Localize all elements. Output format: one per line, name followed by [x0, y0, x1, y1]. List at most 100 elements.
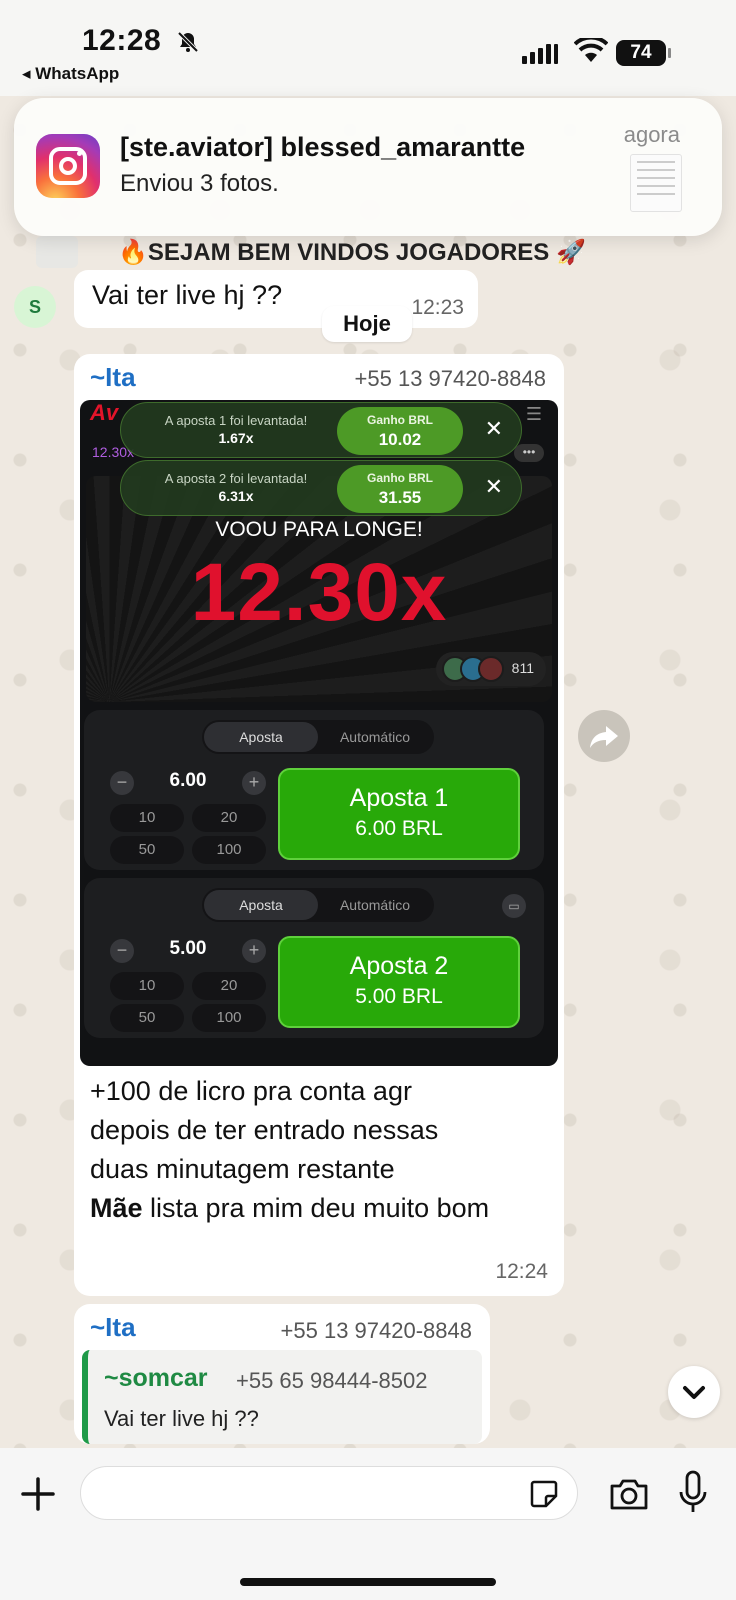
tab-automatico: Automático: [339, 897, 411, 913]
bet-button-title: Aposta 2: [349, 952, 449, 980]
back-to-whatsapp-link[interactable]: ◂ WhatsApp: [22, 64, 119, 84]
message-bubble[interactable]: ~Ita +55 13 97420-8848 Av ☰ 12.30x ••• V…: [74, 354, 564, 1296]
quoted-sender: ~somcar: [104, 1364, 208, 1392]
win-value: 10.02: [378, 430, 422, 449]
bet-button: Aposta 2 5.00 BRL: [278, 936, 520, 1028]
players-badge: 811: [436, 652, 546, 686]
status-bar: 12:28 ◂ WhatsApp 74: [0, 0, 736, 96]
flew-away-text: VOOU PARA LONGE!: [215, 518, 423, 541]
win-label: Ganho BRL: [367, 471, 433, 485]
bet-button-title: Aposta 1: [349, 784, 449, 812]
bet-mode-tabs: Aposta Automático: [202, 720, 434, 754]
message-bubble[interactable]: Vai ter live hj ?? 12:23: [74, 270, 478, 328]
message-text: Vai ter live hj ??: [92, 280, 283, 310]
menu-icon: ☰: [525, 404, 542, 424]
bet-panel: Aposta Automático ▭ − 5.00 + 10 20 50 10…: [84, 878, 544, 1038]
notification-thumbnail: [630, 154, 682, 212]
minimize-icon: ▭: [502, 894, 526, 918]
sender-name[interactable]: ~Ita: [90, 362, 136, 393]
bet-button-amount: 5.00 BRL: [355, 985, 443, 1008]
sender-phone: +55 13 97420-8848: [280, 1318, 472, 1343]
instagram-icon: [36, 134, 100, 198]
toast-text: A aposta 2 foi levantada!: [164, 471, 308, 486]
players-count: 811: [511, 660, 534, 676]
cashout-toast: A aposta 2 foi levantada! 6.31x Ganho BR…: [120, 460, 522, 516]
shared-image[interactable]: Av ☰ 12.30x ••• VOOU PARA LONGE! 12.30x …: [80, 400, 558, 1066]
bet-button: Aposta 1 6.00 BRL: [278, 768, 520, 860]
win-label: Ganho BRL: [367, 413, 433, 427]
toast-multiplier: 1.67x: [218, 430, 254, 446]
win-value: 31.55: [378, 488, 422, 507]
caption-line: +100 de licro pra conta agr: [90, 1076, 412, 1106]
quoted-message[interactable]: ~somcar +55 65 98444-8502 Vai ter live h…: [82, 1350, 482, 1444]
player-avatars: [442, 656, 504, 682]
quick-amount: 50: [110, 836, 184, 864]
bell-off-icon: [177, 31, 199, 53]
notification-time: agora: [623, 122, 680, 147]
message-text: +100 de licro pra conta agr depois de te…: [90, 1072, 552, 1228]
quick-amount: 10: [110, 804, 184, 832]
plus-icon: +: [242, 939, 266, 963]
caption-line: duas minutagem restante: [90, 1154, 395, 1184]
win-badge: Ganho BRL 10.02: [337, 407, 463, 455]
game-logo: Av: [90, 400, 119, 425]
caption-line: depois de ter entrado nessas: [90, 1115, 439, 1145]
quick-amount: 100: [192, 1004, 266, 1032]
message-bubble[interactable]: ~Ita +55 13 97420-8848 ~somcar +55 65 98…: [74, 1304, 490, 1444]
bet-button-amount: 6.00 BRL: [355, 817, 443, 840]
cashout-toast: A aposta 1 foi levantada! 1.67x Ganho BR…: [120, 402, 522, 458]
microphone-icon[interactable]: [678, 1470, 708, 1516]
plus-icon[interactable]: [20, 1476, 56, 1512]
bet-amount-stepper: − 6.00 +: [110, 768, 266, 798]
close-icon: ✕: [484, 416, 503, 441]
message-composer: [0, 1448, 736, 1600]
message-input[interactable]: [80, 1466, 578, 1520]
quick-amount: 100: [192, 836, 266, 864]
home-indicator: [240, 1578, 496, 1586]
toast-text: A aposta 1 foi levantada!: [164, 413, 308, 428]
camera-icon[interactable]: [608, 1476, 650, 1512]
quick-amount: 50: [110, 1004, 184, 1032]
tab-automatico: Automático: [339, 729, 411, 745]
day-separator: Hoje: [322, 306, 412, 342]
bet-panel: Aposta Automático − 6.00 + 10 20 50 100 …: [84, 710, 544, 870]
notification-title: [ste.aviator] blessed_amarantte: [120, 132, 526, 162]
status-time: 12:28: [82, 24, 162, 57]
pin-icon: [36, 236, 78, 268]
pinned-message-text: 🔥SEJAM BEM VINDOS JOGADORES 🚀: [118, 239, 586, 266]
message-time: 12:23: [411, 296, 464, 319]
quoted-phone: +55 65 98444-8502: [236, 1368, 428, 1393]
chevron-down-icon: [683, 1386, 705, 1399]
sender-phone: +55 13 97420-8848: [354, 366, 546, 391]
crash-multiplier: 12.30x: [190, 547, 448, 638]
wifi-icon: [574, 38, 608, 62]
forward-button[interactable]: [578, 710, 630, 762]
caption-line: Mãe lista pra mim deu muito bom: [90, 1189, 552, 1228]
caption-rest: lista pra mim deu muito bom: [142, 1193, 490, 1223]
tab-aposta: Aposta: [204, 722, 318, 752]
pinned-message-bar[interactable]: 🔥SEJAM BEM VINDOS JOGADORES 🚀: [0, 236, 736, 272]
scroll-to-bottom-button[interactable]: [668, 1366, 720, 1418]
more-icon: •••: [514, 444, 544, 462]
tab-aposta: Aposta: [204, 890, 318, 920]
sticker-icon[interactable]: [528, 1478, 560, 1510]
bet-mode-tabs: Aposta Automático: [202, 888, 434, 922]
sender-name[interactable]: ~Ita: [90, 1312, 136, 1343]
cellular-signal-icon: [522, 42, 558, 64]
quoted-text: Vai ter live hj ??: [104, 1406, 259, 1431]
plus-icon: +: [242, 771, 266, 795]
avatar[interactable]: S: [14, 286, 56, 328]
battery-indicator: 74: [616, 40, 671, 66]
forward-icon: [590, 726, 618, 748]
caption-bold: Mãe: [90, 1193, 143, 1223]
quick-amount: 20: [192, 972, 266, 1000]
instagram-notification-banner[interactable]: [ste.aviator] blessed_amarantte Enviou 3…: [14, 98, 722, 236]
message-time: 12:24: [495, 1260, 548, 1283]
quick-amount: 10: [110, 972, 184, 1000]
win-badge: Ganho BRL 31.55: [337, 465, 463, 513]
notification-body: Enviou 3 fotos.: [120, 170, 279, 197]
bet-amount-stepper: − 5.00 +: [110, 936, 266, 966]
quick-amount: 20: [192, 804, 266, 832]
close-icon: ✕: [484, 474, 503, 499]
toast-multiplier: 6.31x: [218, 488, 254, 504]
